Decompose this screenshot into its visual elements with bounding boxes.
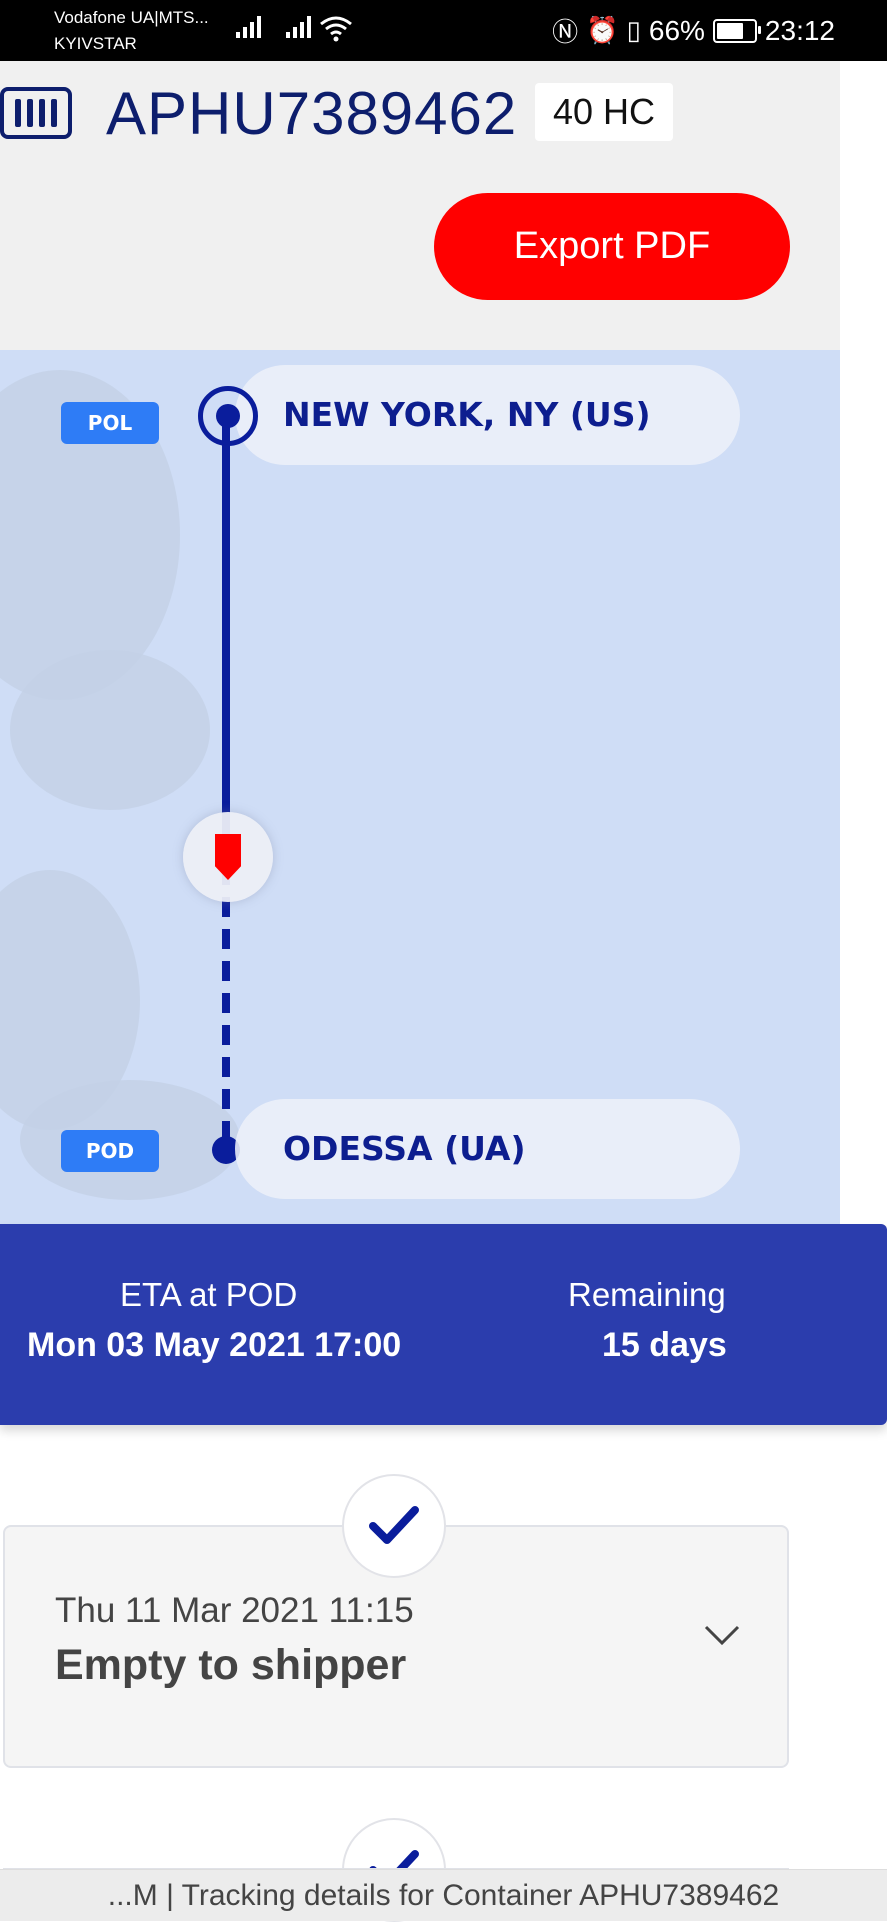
event-date: Thu 11 Mar 2021 11:15 [55, 1591, 414, 1630]
pol-location[interactable]: NEW YORK, NY (US) [235, 365, 740, 465]
export-pdf-button[interactable]: Export PDF [434, 193, 790, 300]
vibrate-icon: ▯ [626, 15, 641, 45]
page-title-bar: ...M | Tracking details for Container AP… [0, 1869, 887, 1921]
eta-label: ETA at POD [120, 1276, 298, 1313]
eta-value: Mon 03 May 2021 17:00 [27, 1326, 402, 1364]
battery-percent: 66% [648, 14, 705, 46]
route-traveled-line [222, 415, 230, 850]
route-remaining-line [222, 865, 230, 1150]
nfc-icon: Ⓝ [552, 17, 579, 47]
alarm-icon: ⏰ [586, 15, 619, 45]
battery-icon [712, 18, 761, 43]
clock: 23:12 [764, 14, 835, 46]
map-edge [840, 350, 887, 1225]
pod-location[interactable]: ODESSA (UA) [235, 1099, 740, 1199]
carrier-name-2: KYIVSTAR [54, 34, 137, 53]
pol-badge: POL [61, 402, 159, 444]
container-type-badge: 40 HC [535, 83, 673, 141]
event-title: Empty to shipper [55, 1641, 407, 1689]
pod-badge: POD [61, 1130, 159, 1172]
wifi-icon [320, 16, 352, 42]
route-map[interactable] [0, 350, 840, 1225]
container-icon [0, 87, 72, 139]
chevron-down-icon[interactable] [703, 1623, 741, 1647]
remaining-label: Remaining [568, 1276, 726, 1313]
container-number: APHU7389462 [106, 80, 518, 147]
signal-icon [286, 16, 311, 38]
pol-marker [198, 386, 258, 446]
carrier-name-1: Vodafone UA|MTS... [54, 8, 209, 27]
pod-name: ODESSA (UA) [283, 1129, 526, 1168]
pol-name: NEW YORK, NY (US) [283, 395, 651, 434]
eta-bar: ETA at POD Mon 03 May 2021 17:00 Remaini… [0, 1224, 887, 1425]
check-icon [342, 1474, 446, 1578]
status-bar: Vodafone UA|MTS... KYIVSTAR Ⓝ ⏰ ▯ 66% 23… [0, 0, 887, 61]
container-header: APHU7389462 40 HC Export PDF [0, 61, 840, 350]
signal-icon [236, 16, 261, 38]
remaining-value: 15 days [602, 1326, 727, 1364]
